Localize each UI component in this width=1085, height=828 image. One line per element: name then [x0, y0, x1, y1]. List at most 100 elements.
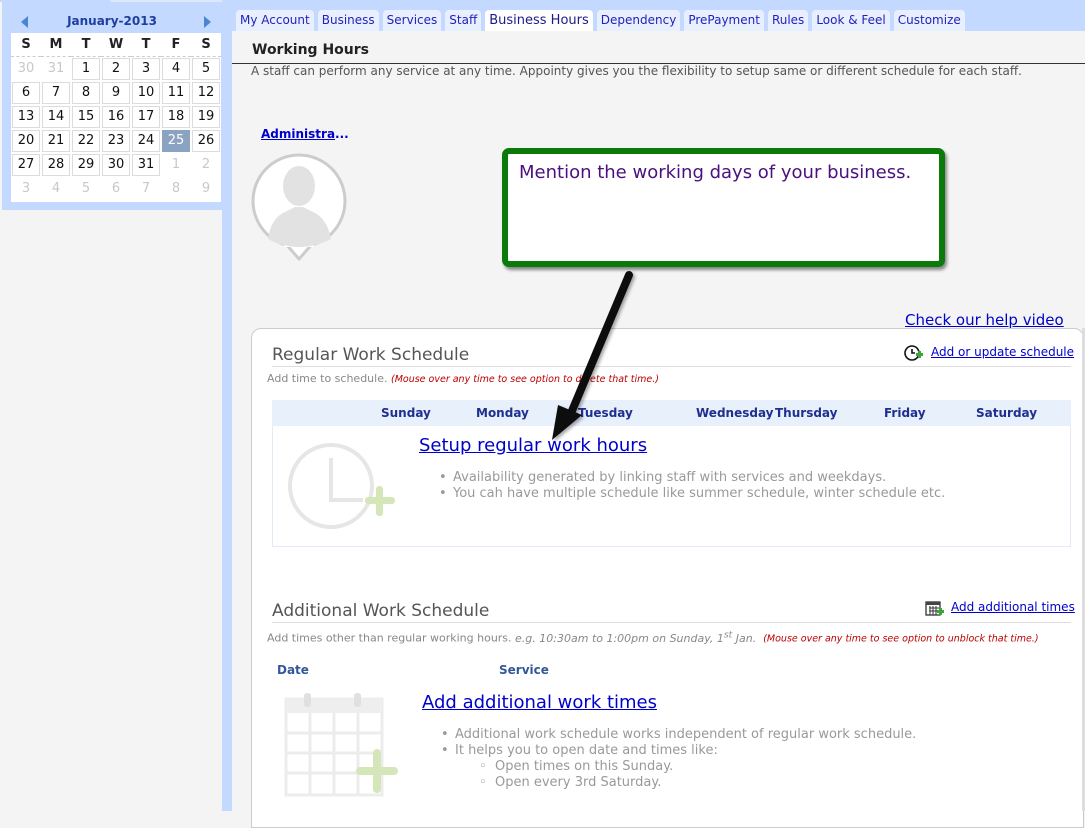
setup-regular-hours-link[interactable]: Setup regular work hours — [419, 435, 647, 456]
calendar-day[interactable]: 27 — [12, 154, 40, 176]
calendar-day[interactable]: 8 — [162, 178, 190, 200]
regular-warning-text: (Mouse over any time to see option to de… — [390, 374, 659, 385]
info-list-item: It helps you to open date and times like… — [439, 743, 916, 759]
calendar-day[interactable]: 11 — [162, 82, 190, 104]
settings-tabs: My Account Business Services Staff Business … — [236, 10, 965, 31]
calendar-day[interactable]: 6 — [102, 178, 130, 200]
calendar-day[interactable]: 4 — [42, 178, 70, 200]
additional-warning-text: (Mouse over any time to see option to un… — [763, 633, 1039, 645]
example-prefix: e.g. 10:30am to 1:00pm on Sunday, 1 — [515, 631, 724, 645]
tab-prepayment[interactable]: PrePayment — [684, 10, 764, 31]
calendar-day-selected[interactable]: 25 — [162, 130, 190, 152]
additional-schedule-title: Additional Work Schedule — [272, 601, 490, 621]
help-video-link[interactable]: Check our help video — [905, 311, 1064, 329]
tab-services[interactable]: Services — [382, 10, 442, 31]
calendar-day[interactable]: 2 — [102, 58, 130, 80]
regular-schedule-body: Setup regular work hours Availability ge… — [272, 426, 1071, 547]
add-additional-times-link[interactable]: Add additional times — [951, 600, 1075, 614]
calendar-month-title: January-2013 — [67, 14, 157, 28]
calendar-day[interactable]: 30 — [12, 58, 40, 80]
calendar-day[interactable]: 20 — [12, 130, 40, 152]
calendar-day[interactable]: 14 — [42, 106, 70, 128]
weekday-label: W — [101, 33, 131, 57]
calendar-day[interactable]: 5 — [72, 178, 100, 200]
weekday-column-tuesday: Tuesday — [578, 406, 633, 420]
additional-subtitle-text: Add times other than regular working hou… — [267, 631, 512, 645]
calendar-day[interactable]: 5 — [192, 58, 220, 80]
calendar-day[interactable]: 28 — [42, 154, 70, 176]
calendar-day[interactable]: 4 — [162, 58, 190, 80]
add-update-schedule-link[interactable]: Add or update schedule — [931, 345, 1074, 359]
calendar-day[interactable]: 23 — [102, 130, 130, 152]
column-header-service: Service — [499, 663, 549, 677]
info-list-item: Availability generated by linking staff … — [437, 470, 945, 486]
calendar-day[interactable]: 29 — [72, 154, 100, 176]
example-superscript: st — [723, 629, 733, 640]
calendar-day[interactable]: 31 — [132, 154, 160, 176]
tab-customize[interactable]: Customize — [893, 10, 965, 31]
tab-look-feel[interactable]: Look & Feel — [812, 10, 890, 31]
calendar-day[interactable]: 12 — [192, 82, 220, 104]
weekday-label: T — [131, 33, 161, 57]
calendar-day[interactable]: 8 — [72, 82, 100, 104]
calendar-day[interactable]: 9 — [102, 82, 130, 104]
calendar-day[interactable]: 24 — [132, 130, 160, 152]
page-description: A staff can perform any service at any t… — [251, 64, 1022, 78]
calendar-day[interactable]: 22 — [72, 130, 100, 152]
add-additional-work-times-link[interactable]: Add additional work times — [422, 692, 657, 713]
tutorial-callout: Mention the working days of your busines… — [502, 148, 945, 267]
calendar-day[interactable]: 16 — [102, 106, 130, 128]
calendar-day[interactable]: 31 — [42, 58, 70, 80]
calendar-day[interactable]: 21 — [42, 130, 70, 152]
calendar-day[interactable]: 7 — [132, 178, 160, 200]
calendar-grid-container: S M T W T F S 30 31 1 2 3 4 5 6 7 8 9 10 11 12 13 14 15 16 17 18 19… — [11, 33, 221, 202]
calendar-day[interactable]: 18 — [162, 106, 190, 128]
tab-staff[interactable]: Staff — [445, 10, 482, 31]
weekday-label: T — [71, 33, 101, 57]
calendar-day[interactable]: 1 — [72, 58, 100, 80]
additional-example-text: e.g. 10:30am to 1:00pm on Sunday, 1st Ja… — [515, 629, 757, 645]
person-silhouette-icon[interactable] — [251, 153, 351, 263]
calendar-day[interactable]: 13 — [12, 106, 40, 128]
regular-info-list: Availability generated by linking staff … — [437, 470, 945, 502]
tab-rules[interactable]: Rules — [767, 10, 809, 31]
staff-name: Administra — [261, 127, 336, 141]
calendar-day[interactable]: 3 — [132, 58, 160, 80]
calendar-add-icon[interactable] — [925, 599, 945, 617]
triangle-right-icon[interactable] — [204, 16, 211, 28]
calendar-grid: S M T W T F S 30 31 1 2 3 4 5 6 7 8 9 10 11 12 13 14 15 16 17 18 19… — [11, 33, 221, 201]
weekday-column-friday: Friday — [884, 406, 926, 420]
calendar-day[interactable]: 17 — [132, 106, 160, 128]
calendar-day[interactable]: 26 — [192, 130, 220, 152]
clock-add-icon[interactable] — [904, 344, 924, 362]
additional-title-divider — [272, 622, 1071, 623]
staff-name-ellipsis: ... — [335, 127, 349, 141]
staff-name-link[interactable]: Administra... — [261, 127, 349, 141]
weekday-label: S — [191, 33, 221, 57]
calendar-day[interactable]: 6 — [12, 82, 40, 104]
tab-dependency[interactable]: Dependency — [596, 10, 681, 31]
regular-schedule-subtitle: Add time to schedule. (Mouse over any ti… — [267, 372, 659, 385]
calendar-day[interactable]: 3 — [12, 178, 40, 200]
weekday-column-sunday: Sunday — [381, 406, 431, 420]
weekday-label: M — [41, 33, 71, 57]
callout-text: Mention the working days of your busines… — [519, 162, 912, 183]
tab-my-account[interactable]: My Account — [236, 10, 314, 31]
calendar-day[interactable]: 9 — [192, 178, 220, 200]
weekday-label: F — [161, 33, 191, 57]
calendar-plus-icon — [284, 693, 398, 797]
calendar-day[interactable]: 1 — [162, 154, 190, 176]
additional-info-list: Additional work schedule works independe… — [439, 727, 916, 791]
calendar-day[interactable]: 19 — [192, 106, 220, 128]
calendar-day[interactable]: 10 — [132, 82, 160, 104]
calendar-day[interactable]: 30 — [102, 154, 130, 176]
tab-business-hours[interactable]: Business Hours — [485, 10, 593, 31]
schedule-panel: Regular Work Schedule Add or update sche… — [251, 328, 1084, 828]
calendar-day[interactable]: 7 — [42, 82, 70, 104]
calendar-day[interactable]: 2 — [192, 154, 220, 176]
weekday-column-thursday: Thursday — [775, 406, 838, 420]
calendar-day[interactable]: 15 — [72, 106, 100, 128]
tab-business[interactable]: Business — [317, 10, 379, 31]
mini-calendar: January-2013 S M T W T F S 30 31 1 2 3 4 5 6 7 8 9 10 11 12 1… — [2, 2, 222, 210]
example-suffix: Jan. — [732, 631, 757, 645]
